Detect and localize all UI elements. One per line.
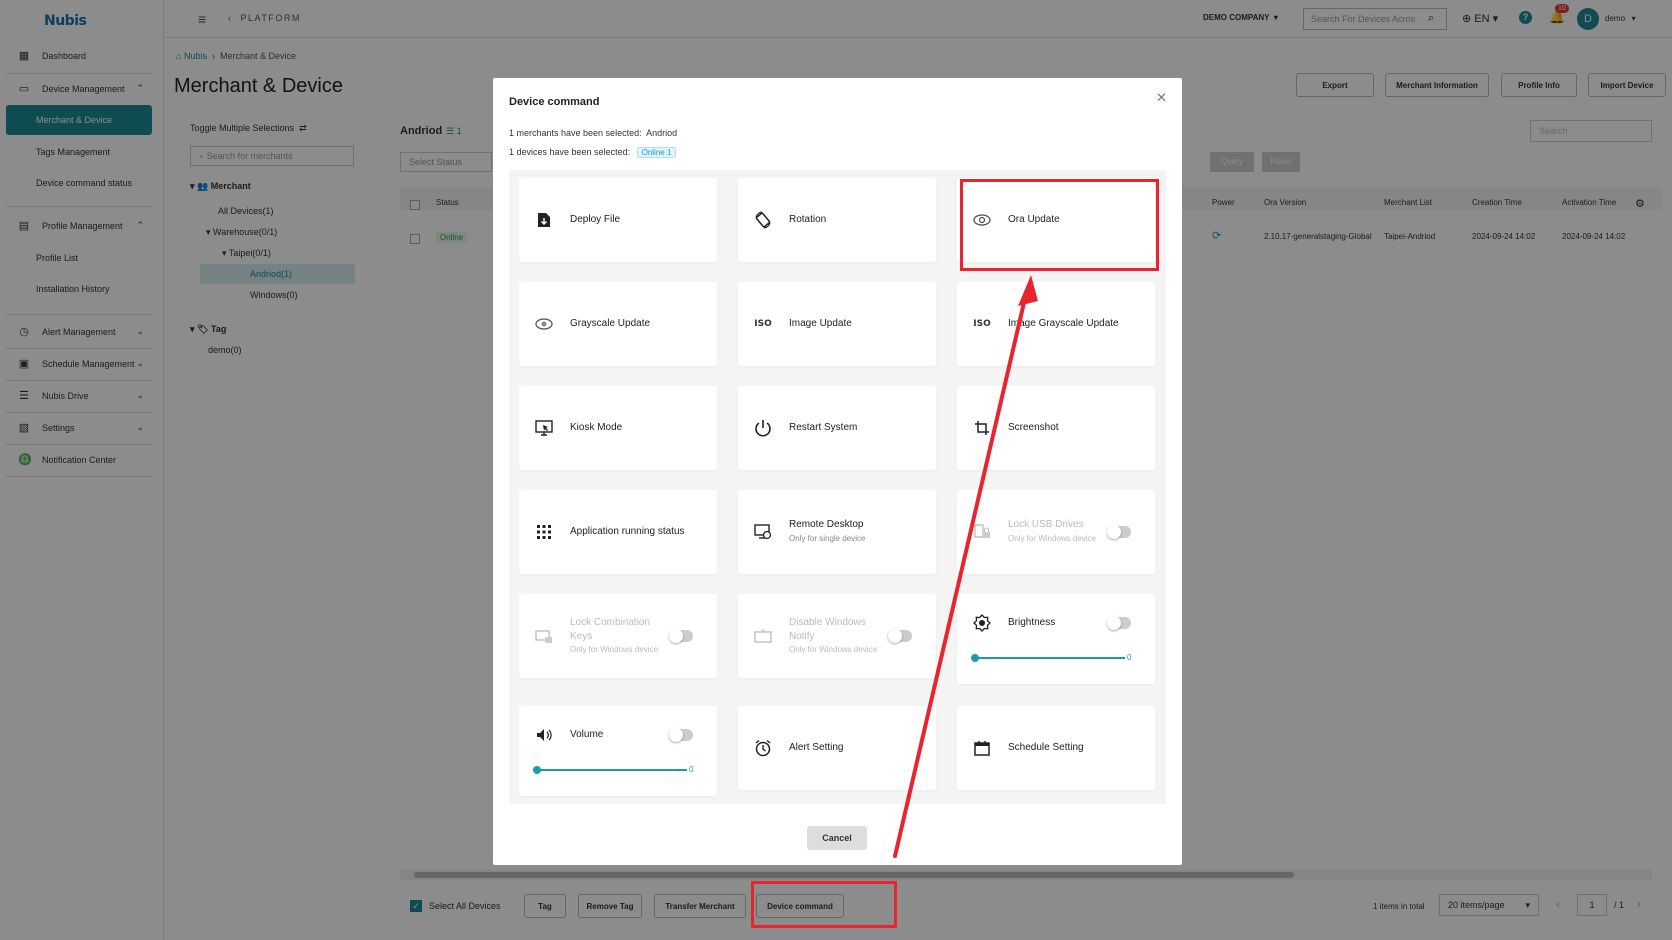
- annotation-arrow: [893, 275, 1038, 858]
- arrow-head: [1018, 275, 1038, 306]
- arrow-shaft: [893, 292, 1028, 858]
